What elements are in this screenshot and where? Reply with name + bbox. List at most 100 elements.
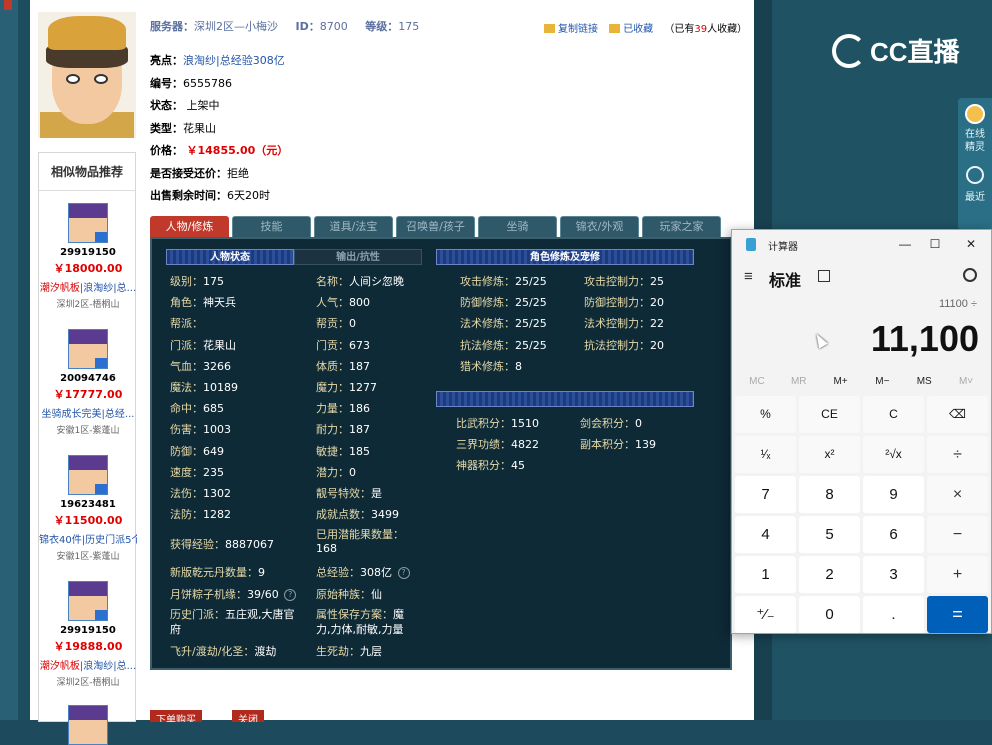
stat-label: 法伤： bbox=[170, 487, 203, 500]
tab-outfits[interactable]: 锦衣/外观 bbox=[560, 216, 639, 237]
stat-cell: 帮贡：0 bbox=[316, 315, 356, 331]
similar-item[interactable]: 29919150 ￥19888.00 潮汐帆板|浪淘纱|总... 深圳2区-梧桐… bbox=[39, 581, 137, 688]
decimal-key[interactable]: . bbox=[863, 596, 924, 633]
clear-key[interactable]: C bbox=[863, 396, 924, 433]
similar-item-thumbnail[interactable] bbox=[68, 705, 108, 745]
fav-count: 39 bbox=[694, 24, 708, 35]
reciprocal-key[interactable]: ¹⁄ₓ bbox=[735, 436, 796, 473]
sqrt-key[interactable]: ²√x bbox=[863, 436, 924, 473]
similar-item-id: 29919150 bbox=[60, 247, 116, 258]
memory-subtract-button[interactable]: M− bbox=[863, 376, 901, 387]
digit-3-key[interactable]: 3 bbox=[863, 556, 924, 593]
similar-item-tags[interactable]: 锦衣40件|历史门派5个 bbox=[39, 531, 137, 546]
similar-item-tags[interactable]: 坐骑成长完美|总经... bbox=[39, 405, 137, 420]
similar-item-thumbnail[interactable] bbox=[68, 455, 108, 495]
tab-home[interactable]: 玩家之家 bbox=[642, 216, 721, 237]
digit-9-key[interactable]: 9 bbox=[863, 476, 924, 513]
buy-button[interactable]: 下单购买 bbox=[150, 710, 202, 722]
online-assistant-label: 在线精灵 bbox=[965, 129, 985, 153]
tab-character[interactable]: 人物/修炼 bbox=[150, 216, 229, 237]
stat-label: 猎术修炼： bbox=[460, 359, 515, 373]
stat-label: 气血： bbox=[170, 359, 203, 373]
close-button[interactable]: 关闭 bbox=[232, 710, 264, 722]
digit-0-key[interactable]: 0 bbox=[799, 596, 860, 633]
divide-key[interactable]: ÷ bbox=[927, 436, 988, 473]
minimize-button[interactable]: — bbox=[894, 235, 916, 253]
memory-add-button[interactable]: M+ bbox=[822, 376, 860, 387]
stat-cell: 猎术修炼：8 bbox=[460, 358, 522, 374]
tab-mounts[interactable]: 坐骑 bbox=[478, 216, 557, 237]
digit-4-key[interactable]: 4 bbox=[735, 516, 796, 553]
history-icon[interactable] bbox=[963, 268, 977, 282]
favorited-button[interactable]: 已收藏 bbox=[623, 24, 653, 35]
negate-key[interactable]: ⁺⁄₋ bbox=[735, 596, 796, 633]
memory-list-button[interactable]: M˅ bbox=[947, 376, 985, 387]
memory-clear-button[interactable]: MC bbox=[738, 376, 776, 387]
memory-recall-button[interactable]: MR bbox=[780, 376, 818, 387]
section-character-status[interactable]: 人物状态 bbox=[166, 249, 294, 265]
calculator-app-icon bbox=[746, 238, 756, 251]
similar-item[interactable]: 20094746 ￥17777.00 坐骑成长完美|总经... 安徽1区-紫蓬山 bbox=[39, 329, 137, 436]
copy-link-button[interactable]: 复制链接 bbox=[558, 24, 598, 35]
stat-label: 门派： bbox=[170, 338, 203, 352]
memory-store-button[interactable]: MS bbox=[905, 376, 943, 387]
similar-item[interactable]: 19623481 ￥11500.00 锦衣40件|历史门派5个 安徽1区-紫蓬山 bbox=[39, 455, 137, 562]
square-key[interactable]: x² bbox=[799, 436, 860, 473]
similar-item-tags[interactable]: 潮汐帆板|浪淘纱|总... bbox=[39, 279, 137, 294]
stat-mooncake: 月饼粽子机缘：39/60 ? bbox=[170, 586, 297, 602]
tab-skills[interactable]: 技能 bbox=[232, 216, 311, 237]
stat-cell: 抗法修炼：25/25 bbox=[460, 337, 547, 353]
similar-items-title: 相似物品推荐 bbox=[39, 153, 135, 191]
close-window-button[interactable]: ✕ bbox=[960, 235, 982, 253]
tab-pets[interactable]: 召唤兽/孩子 bbox=[396, 216, 475, 237]
keep-on-top-icon[interactable] bbox=[818, 270, 830, 282]
plus-key[interactable]: + bbox=[927, 556, 988, 593]
stat-label: 帮派： bbox=[170, 317, 203, 331]
online-assistant-widget[interactable]: 在线精灵 最近 bbox=[958, 98, 992, 230]
tab-items[interactable]: 道具/法宝 bbox=[314, 216, 393, 237]
similar-item-thumbnail[interactable] bbox=[68, 203, 108, 243]
maximize-button[interactable]: ☐ bbox=[924, 235, 946, 253]
stat-label: 门贡： bbox=[316, 338, 349, 352]
similar-item[interactable]: 29919150 ￥18000.00 潮汐帆板|浪淘纱|总... 深圳2区-梧桐… bbox=[39, 203, 137, 310]
menu-icon[interactable]: ≡ bbox=[744, 268, 753, 285]
digit-5-key[interactable]: 5 bbox=[799, 516, 860, 553]
stat-label: 副本积分： bbox=[580, 438, 635, 452]
similar-item-id: 19623481 bbox=[60, 499, 116, 510]
calculator-mode: 标准 bbox=[769, 273, 802, 290]
stat-label: 潜力： bbox=[316, 465, 349, 479]
calculator-titlebar[interactable]: 计算器 — ☐ ✕ bbox=[732, 230, 991, 258]
section-output-resist[interactable]: 输出/抗性 bbox=[294, 249, 422, 265]
stat-cell: 副本积分：139 bbox=[580, 436, 656, 452]
digit-7-key[interactable]: 7 bbox=[735, 476, 796, 513]
digit-8-key[interactable]: 8 bbox=[799, 476, 860, 513]
stat-cell: 帮派： bbox=[170, 315, 203, 331]
stat-cell: 防御修炼：25/25 bbox=[460, 294, 547, 310]
percent-key[interactable]: % bbox=[735, 396, 796, 433]
stat-cell: 法防：1282 bbox=[170, 506, 231, 522]
help-icon[interactable]: ? bbox=[284, 589, 297, 601]
stat-cell: 魔法：10189 bbox=[170, 379, 238, 395]
similar-item-thumbnail[interactable] bbox=[68, 329, 108, 369]
calculator-window: 计算器 — ☐ ✕ ≡ 标准 11100 ÷ 11,100 MC MR M+ M… bbox=[731, 229, 992, 634]
stat-value: 186 bbox=[349, 402, 370, 416]
stat-value: 25/25 bbox=[515, 338, 547, 352]
equals-key[interactable]: = bbox=[927, 596, 988, 633]
similar-item-thumbnail[interactable] bbox=[68, 581, 108, 621]
minus-key[interactable]: − bbox=[927, 516, 988, 553]
clear-entry-key[interactable]: CE bbox=[799, 396, 860, 433]
help-icon[interactable]: ? bbox=[397, 567, 410, 579]
status-value: 上架中 bbox=[186, 99, 220, 112]
digit-1-key[interactable]: 1 bbox=[735, 556, 796, 593]
similar-item-tags[interactable]: 潮汐帆板|浪淘纱|总... bbox=[39, 657, 137, 672]
stat-value: 25/25 bbox=[515, 275, 547, 288]
similar-item-partial[interactable] bbox=[39, 705, 137, 745]
multiply-key[interactable]: × bbox=[927, 476, 988, 513]
backspace-key[interactable]: ⌫ bbox=[927, 396, 988, 433]
stat-cell: 魔力：1277 bbox=[316, 379, 377, 395]
stat-cell: 成就点数：3499 bbox=[316, 506, 399, 522]
counter-offer-label: 是否接受还价： bbox=[150, 166, 227, 180]
digit-6-key[interactable]: 6 bbox=[863, 516, 924, 553]
digit-2-key[interactable]: 2 bbox=[799, 556, 860, 593]
stat-value: 1282 bbox=[203, 508, 231, 522]
